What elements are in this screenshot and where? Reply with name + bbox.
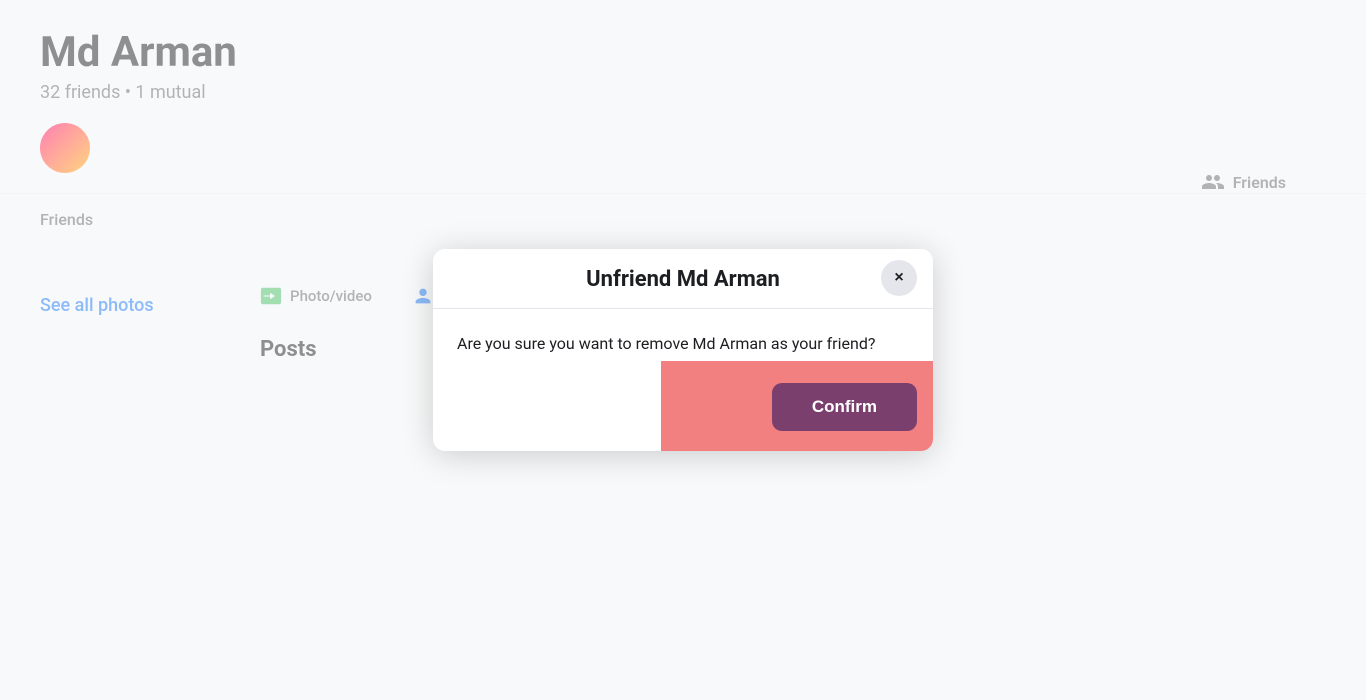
modal-footer: Cancel Confirm — [433, 371, 933, 451]
close-icon: × — [894, 269, 903, 287]
modal-header: Unfriend Md Arman × — [433, 249, 933, 309]
modal-message: Are you sure you want to remove Md Arman… — [457, 333, 909, 355]
unfriend-modal: Unfriend Md Arman × Are you sure you wan… — [433, 249, 933, 451]
modal-overlay: Unfriend Md Arman × Are you sure you wan… — [0, 0, 1366, 700]
modal-close-button[interactable]: × — [881, 260, 917, 296]
modal-title: Unfriend Md Arman — [586, 267, 780, 292]
confirm-button[interactable]: Confirm — [772, 383, 917, 431]
